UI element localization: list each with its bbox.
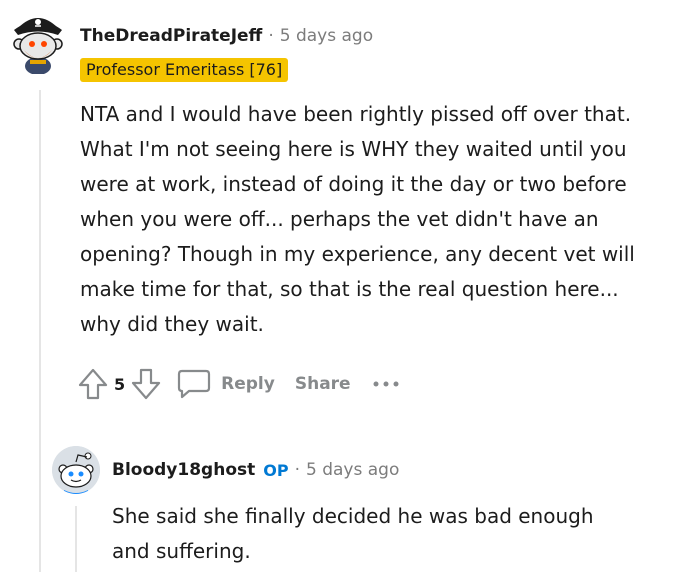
separator-dot: · xyxy=(268,26,274,46)
reply-button[interactable]: Reply xyxy=(177,369,275,399)
reply-timestamp[interactable]: 5 days ago xyxy=(306,460,399,480)
reply-username[interactable]: Bloody18ghost xyxy=(112,460,255,480)
user-avatar-pirate[interactable] xyxy=(8,8,68,74)
comment-body-line: NTA and I would have been rightly pissed… xyxy=(80,102,632,126)
reply-label[interactable]: Reply xyxy=(221,374,275,394)
snoo-avatar-icon xyxy=(52,446,100,494)
comment-body-line: make time for that, so that is the real … xyxy=(80,277,619,301)
comment-header: TheDreadPirateJeff · 5 days ago xyxy=(80,24,373,48)
comment-body: NTA and I would have been rightly pissed… xyxy=(80,97,635,342)
op-badge: OP xyxy=(263,460,289,480)
comment-body-line: when you were off... perhaps the vet did… xyxy=(80,207,599,231)
comment-body-line: What I'm not seeing here is WHY they wai… xyxy=(80,137,627,161)
speech-bubble-icon xyxy=(178,369,211,399)
share-button[interactable]: Share xyxy=(295,374,351,394)
comment-username[interactable]: TheDreadPirateJeff xyxy=(80,26,262,46)
comment-action-bar: 5 Reply Share xyxy=(78,366,399,402)
reply-body-line: She said she finally decided he was bad … xyxy=(112,504,594,528)
ellipsis-icon xyxy=(373,381,399,387)
comment-timestamp[interactable]: 5 days ago xyxy=(280,26,373,46)
reply-header: Bloody18ghost OP · 5 days ago xyxy=(112,458,399,482)
reply-body-line: and suffering. xyxy=(112,539,251,563)
comment-body-line: opening? Though in my experience, any de… xyxy=(80,242,635,266)
comment-body-line: why did they wait. xyxy=(80,312,264,336)
separator-dot: · xyxy=(294,460,300,480)
user-avatar-reply[interactable] xyxy=(52,446,100,494)
downvote-arrow-icon[interactable] xyxy=(131,368,161,400)
more-options-button[interactable] xyxy=(373,374,399,394)
upvote-arrow-icon[interactable] xyxy=(78,368,108,400)
pirate-snoo-icon xyxy=(13,18,63,74)
reply-body: She said she finally decided he was bad … xyxy=(112,499,594,569)
vote-count: 5 xyxy=(114,374,126,394)
thread-line-main[interactable] xyxy=(39,90,41,572)
thread-line-reply[interactable] xyxy=(75,506,77,572)
comment-body-line: were at work, instead of doing it the da… xyxy=(80,172,627,196)
user-flair: Professor Emeritass [76] xyxy=(80,58,289,82)
